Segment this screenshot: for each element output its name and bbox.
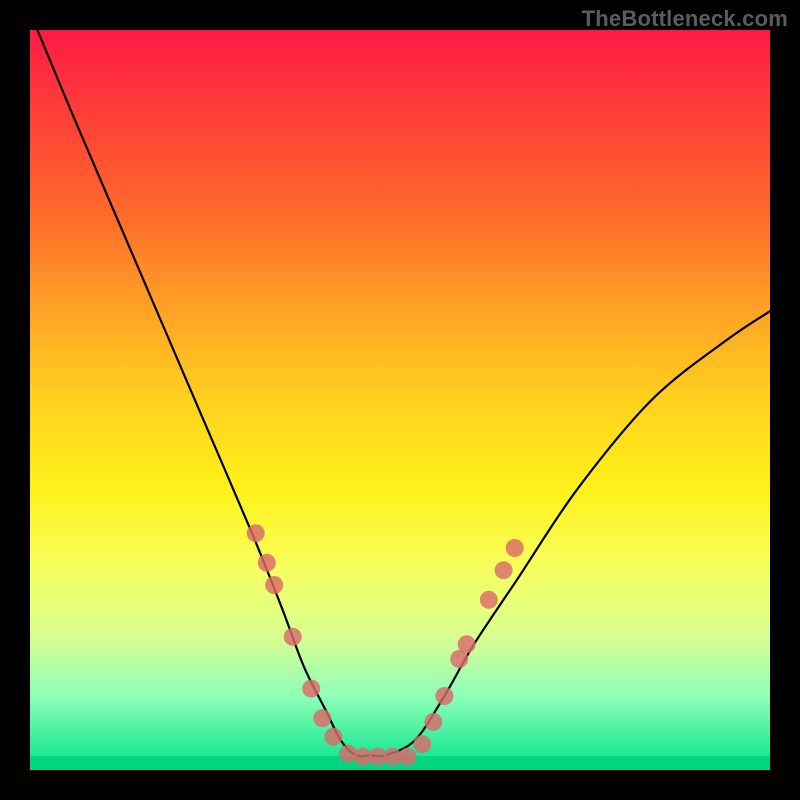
data-point <box>313 709 331 727</box>
data-point <box>398 748 416 766</box>
data-point <box>324 728 342 746</box>
data-point <box>339 745 357 763</box>
data-point <box>506 539 524 557</box>
data-point <box>265 576 283 594</box>
data-point <box>258 554 276 572</box>
data-point <box>480 591 498 609</box>
plot-area <box>30 30 770 770</box>
data-point <box>302 680 320 698</box>
bottleneck-curve <box>30 30 770 770</box>
data-point <box>435 687 453 705</box>
watermark-text: TheBottleneck.com <box>582 6 788 32</box>
chart-frame: TheBottleneck.com <box>0 0 800 800</box>
data-point <box>495 561 513 579</box>
data-point <box>413 735 431 753</box>
data-point <box>247 524 265 542</box>
data-point <box>424 713 442 731</box>
data-point <box>458 635 476 653</box>
data-point <box>284 628 302 646</box>
